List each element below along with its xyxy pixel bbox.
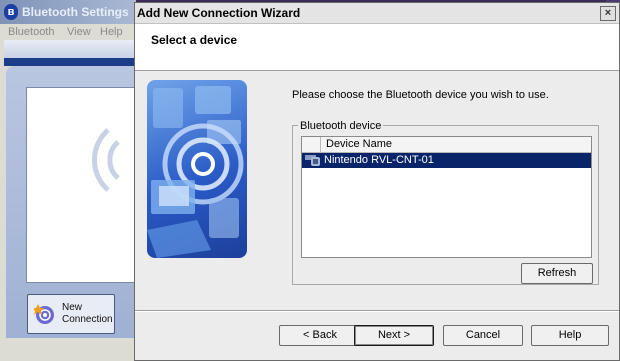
dialog-title: Add New Connection Wizard xyxy=(137,6,301,20)
next-button[interactable]: Next > xyxy=(354,325,434,346)
column-header-device-name[interactable]: Device Name xyxy=(326,138,392,150)
wireless-waves-icon xyxy=(92,128,120,192)
instruction-text: Please choose the Bluetooth device you w… xyxy=(292,89,549,101)
wizard-illustration xyxy=(147,80,247,258)
device-list-row[interactable]: Nintendo RVL-CNT-01 xyxy=(302,153,591,168)
dialog-titlebar[interactable]: Add New Connection Wizard × xyxy=(135,3,619,24)
bluetooth-settings-window: ʙ Bluetooth Settings Bluetooth View Help… xyxy=(0,0,138,361)
new-connection-label-line2: Connection xyxy=(62,314,113,325)
footer-separator xyxy=(135,310,619,312)
new-connection-button[interactable]: New Connection xyxy=(27,294,115,334)
bluetooth-device-icon xyxy=(305,155,320,166)
wizard-header: Select a device xyxy=(135,24,619,71)
new-connection-label-line1: New xyxy=(62,302,83,313)
cancel-button[interactable]: Cancel xyxy=(443,325,523,346)
group-label: Bluetooth device xyxy=(298,120,384,132)
bluetooth-settings-titlebar[interactable]: ʙ Bluetooth Settings xyxy=(0,0,136,24)
refresh-button[interactable]: Refresh xyxy=(521,263,593,284)
add-new-connection-dialog: Add New Connection Wizard × Select a dev… xyxy=(134,2,620,361)
menu-help[interactable]: Help xyxy=(100,24,123,40)
close-icon: × xyxy=(604,7,612,19)
device-list[interactable]: Device Name Nintendo RVL-CNT-01 xyxy=(301,136,592,258)
new-connection-icon xyxy=(34,304,54,324)
devices-illustration-icon xyxy=(147,86,244,258)
banner-strip xyxy=(4,40,134,66)
device-name: Nintendo RVL-CNT-01 xyxy=(324,154,434,166)
menu-bluetooth[interactable]: Bluetooth xyxy=(8,24,54,40)
close-button[interactable]: × xyxy=(600,6,616,21)
bluetooth-logo-icon: ʙ xyxy=(4,4,18,20)
menu-view[interactable]: View xyxy=(67,24,91,40)
bluetooth-settings-title: Bluetooth Settings xyxy=(22,5,129,19)
help-button[interactable]: Help xyxy=(531,325,609,346)
back-button[interactable]: < Back xyxy=(279,325,361,346)
device-list-header: Device Name xyxy=(302,137,591,153)
wizard-step-title: Select a device xyxy=(151,33,238,47)
bluetooth-settings-menubar: Bluetooth View Help xyxy=(0,24,136,40)
column-header-icon[interactable] xyxy=(302,137,321,152)
